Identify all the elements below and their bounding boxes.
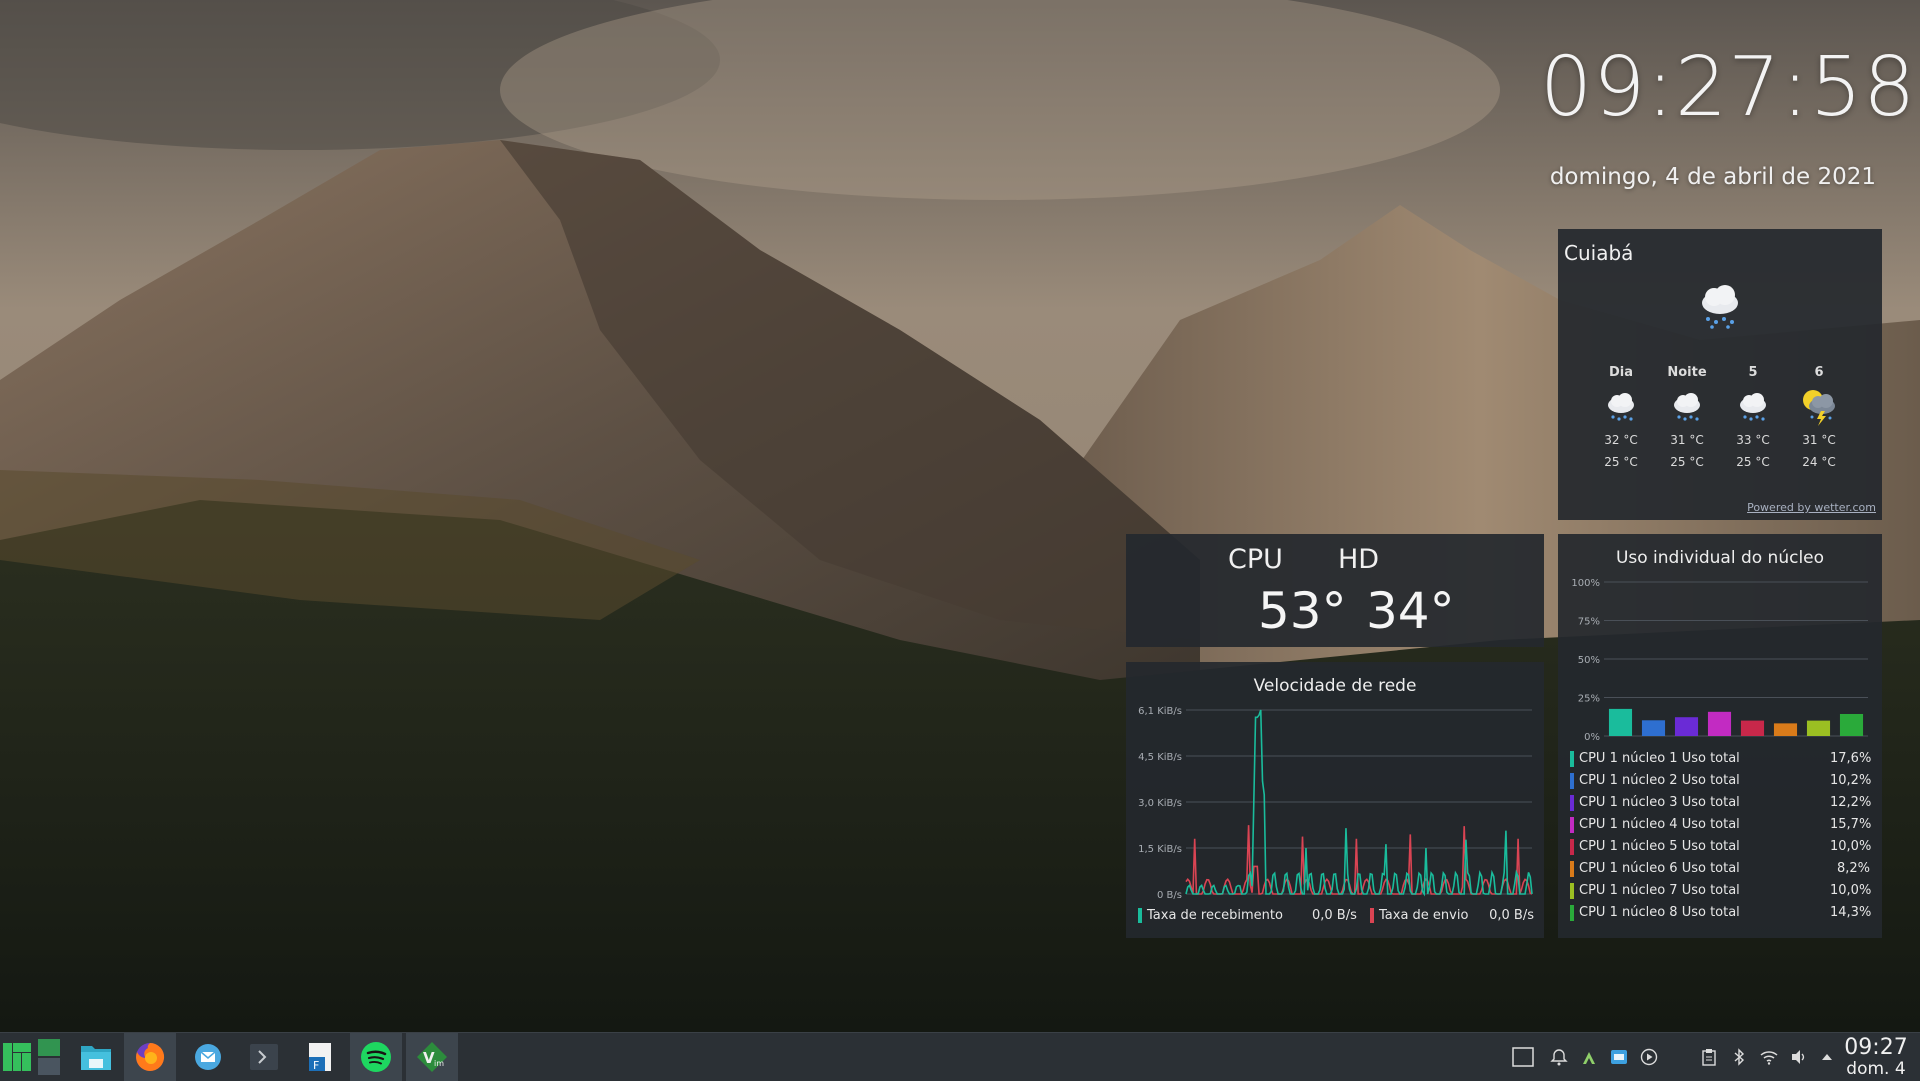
- forecast-day-5: 5 33 °C 25 °C: [1725, 365, 1781, 473]
- cpu-temp-value: 53°: [1258, 582, 1347, 640]
- forecast-day-6: 6 31 °C 24 °C: [1791, 365, 1847, 473]
- y-tick-label: 0%: [1584, 732, 1600, 743]
- core-usage-widget: Uso individual do núcleo 100% 75% 50% 25% 0%…: [1558, 534, 1882, 938]
- hd-temp-label: HD: [1338, 544, 1380, 575]
- core-row: CPU 1 núcleo 5 Uso total 10,0%: [1570, 836, 1871, 858]
- network-chart: 6,1 KiB/s 4,5 KiB/s 3,0 KiB/s 1,5 KiB/s 0 B/…: [1138, 706, 1533, 901]
- core-bar: [1674, 717, 1699, 736]
- office-writer-icon[interactable]: F: [294, 1033, 346, 1081]
- firefox-icon[interactable]: [124, 1033, 176, 1081]
- core-bar: [1641, 720, 1666, 736]
- send-legend: Taxa de envio: [1370, 908, 1468, 923]
- taskbar-time: 09:27: [1844, 1035, 1908, 1060]
- weather-widget[interactable]: Cuiabá Dia 32 °C 25 °C Noite 31 °C 25 °C…: [1558, 229, 1882, 520]
- core-row: CPU 1 núcleo 4 Uso total 15,7%: [1570, 814, 1871, 836]
- taskbar-clock[interactable]: 09:27 dom. 4: [1836, 1036, 1916, 1079]
- core-row: CPU 1 núcleo 2 Uso total 10,2%: [1570, 770, 1871, 792]
- cloud-rain-icon: [1593, 385, 1649, 429]
- y-tick-label: 50%: [1578, 655, 1600, 666]
- y-tick-label: 4,5 KiB/s: [1138, 752, 1182, 763]
- send-rate-line: [1185, 825, 1533, 895]
- hd-temp-value: 34°: [1366, 582, 1455, 640]
- y-tick-label: 75%: [1578, 617, 1600, 628]
- wifi-icon[interactable]: [1756, 1033, 1782, 1081]
- forecast-day: Dia 32 °C 25 °C: [1593, 365, 1649, 473]
- core-bar: [1707, 711, 1732, 736]
- desktop-clock-time: 09:27:58: [1540, 40, 1917, 135]
- core-bar: [1839, 713, 1864, 736]
- core-bar: [1806, 720, 1831, 736]
- manjaro-menu-icon[interactable]: [0, 1033, 34, 1081]
- desktop-clock-date: domingo, 4 de abril de 2021: [1549, 164, 1876, 190]
- clipboard-icon[interactable]: [1696, 1033, 1722, 1081]
- file-manager-icon[interactable]: [70, 1033, 122, 1081]
- core-row: CPU 1 núcleo 6 Uso total 8,2%: [1570, 858, 1870, 880]
- network-legend: Taxa de recebimento 0,0 B/s Taxa de envi…: [1138, 908, 1534, 926]
- forecast-night: Noite 31 °C 25 °C: [1659, 365, 1715, 473]
- y-tick-label: 0 B/s: [1157, 890, 1182, 901]
- show-desktop-icon[interactable]: [1510, 1033, 1536, 1081]
- core-bar: [1608, 708, 1633, 736]
- svg-text:F: F: [313, 1059, 319, 1072]
- y-tick-label: 25%: [1578, 694, 1600, 705]
- y-tick-label: 3,0 KiB/s: [1138, 798, 1182, 809]
- y-tick-label: 1,5 KiB/s: [1138, 844, 1182, 855]
- send-swatch: [1370, 908, 1374, 923]
- volume-icon[interactable]: [1786, 1033, 1812, 1081]
- terminal-icon[interactable]: [238, 1033, 290, 1081]
- core-row: CPU 1 núcleo 7 Uso total 10,0%: [1570, 880, 1871, 902]
- y-tick-label: 6,1 KiB/s: [1138, 706, 1182, 717]
- notifications-icon[interactable]: [1546, 1033, 1572, 1081]
- taskbar: F Vim 09:27 dom. 4: [0, 1032, 1920, 1081]
- core-usage-list: CPU 1 núcleo 1 Uso total 17,6% CPU 1 núcl…: [1570, 748, 1871, 924]
- receive-value: 0,0 B/s: [1312, 908, 1357, 923]
- cloud-rain-icon: [1659, 385, 1715, 429]
- svg-text:im: im: [434, 1059, 444, 1068]
- taskbar-date: dom. 4: [1846, 1059, 1906, 1079]
- core-bar: [1773, 723, 1798, 736]
- core-row: CPU 1 núcleo 3 Uso total 12,2%: [1570, 792, 1871, 814]
- workspace-pager-icon[interactable]: [34, 1033, 64, 1081]
- cpu-temp-label: CPU: [1228, 544, 1283, 575]
- core-row: CPU 1 núcleo 1 Uso total 17,6%: [1570, 748, 1871, 770]
- media-player-icon[interactable]: [1636, 1033, 1662, 1081]
- kdeconnect-icon[interactable]: [1576, 1033, 1602, 1081]
- core-row: CPU 1 núcleo 8 Uso total 14,3%: [1570, 902, 1871, 924]
- weather-city: Cuiabá: [1564, 241, 1634, 265]
- vim-icon[interactable]: Vim: [406, 1033, 458, 1081]
- network-speed-widget: Velocidade de rede 6,1 KiB/s 4,5 KiB/s 3,0…: [1126, 662, 1544, 938]
- receive-swatch: [1138, 908, 1142, 923]
- core-usage-chart: 100% 75% 50% 25% 0%: [1571, 578, 1868, 743]
- mail-icon[interactable]: [182, 1033, 234, 1081]
- powered-by-link[interactable]: Powered by wetter.com: [1747, 501, 1876, 514]
- bluetooth-icon[interactable]: [1726, 1033, 1752, 1081]
- cloud-rain-icon: [1694, 281, 1746, 337]
- spotify-icon[interactable]: [350, 1033, 402, 1081]
- receive-legend: Taxa de recebimento: [1138, 908, 1283, 923]
- temperature-widget: CPU HD 53° 34°: [1126, 534, 1544, 647]
- thunderstorm-icon: [1791, 385, 1847, 429]
- core-bar: [1740, 720, 1765, 736]
- updates-icon[interactable]: [1606, 1033, 1632, 1081]
- cloud-rain-icon: [1725, 385, 1781, 429]
- y-tick-label: 100%: [1571, 578, 1600, 589]
- send-value: 0,0 B/s: [1489, 908, 1534, 923]
